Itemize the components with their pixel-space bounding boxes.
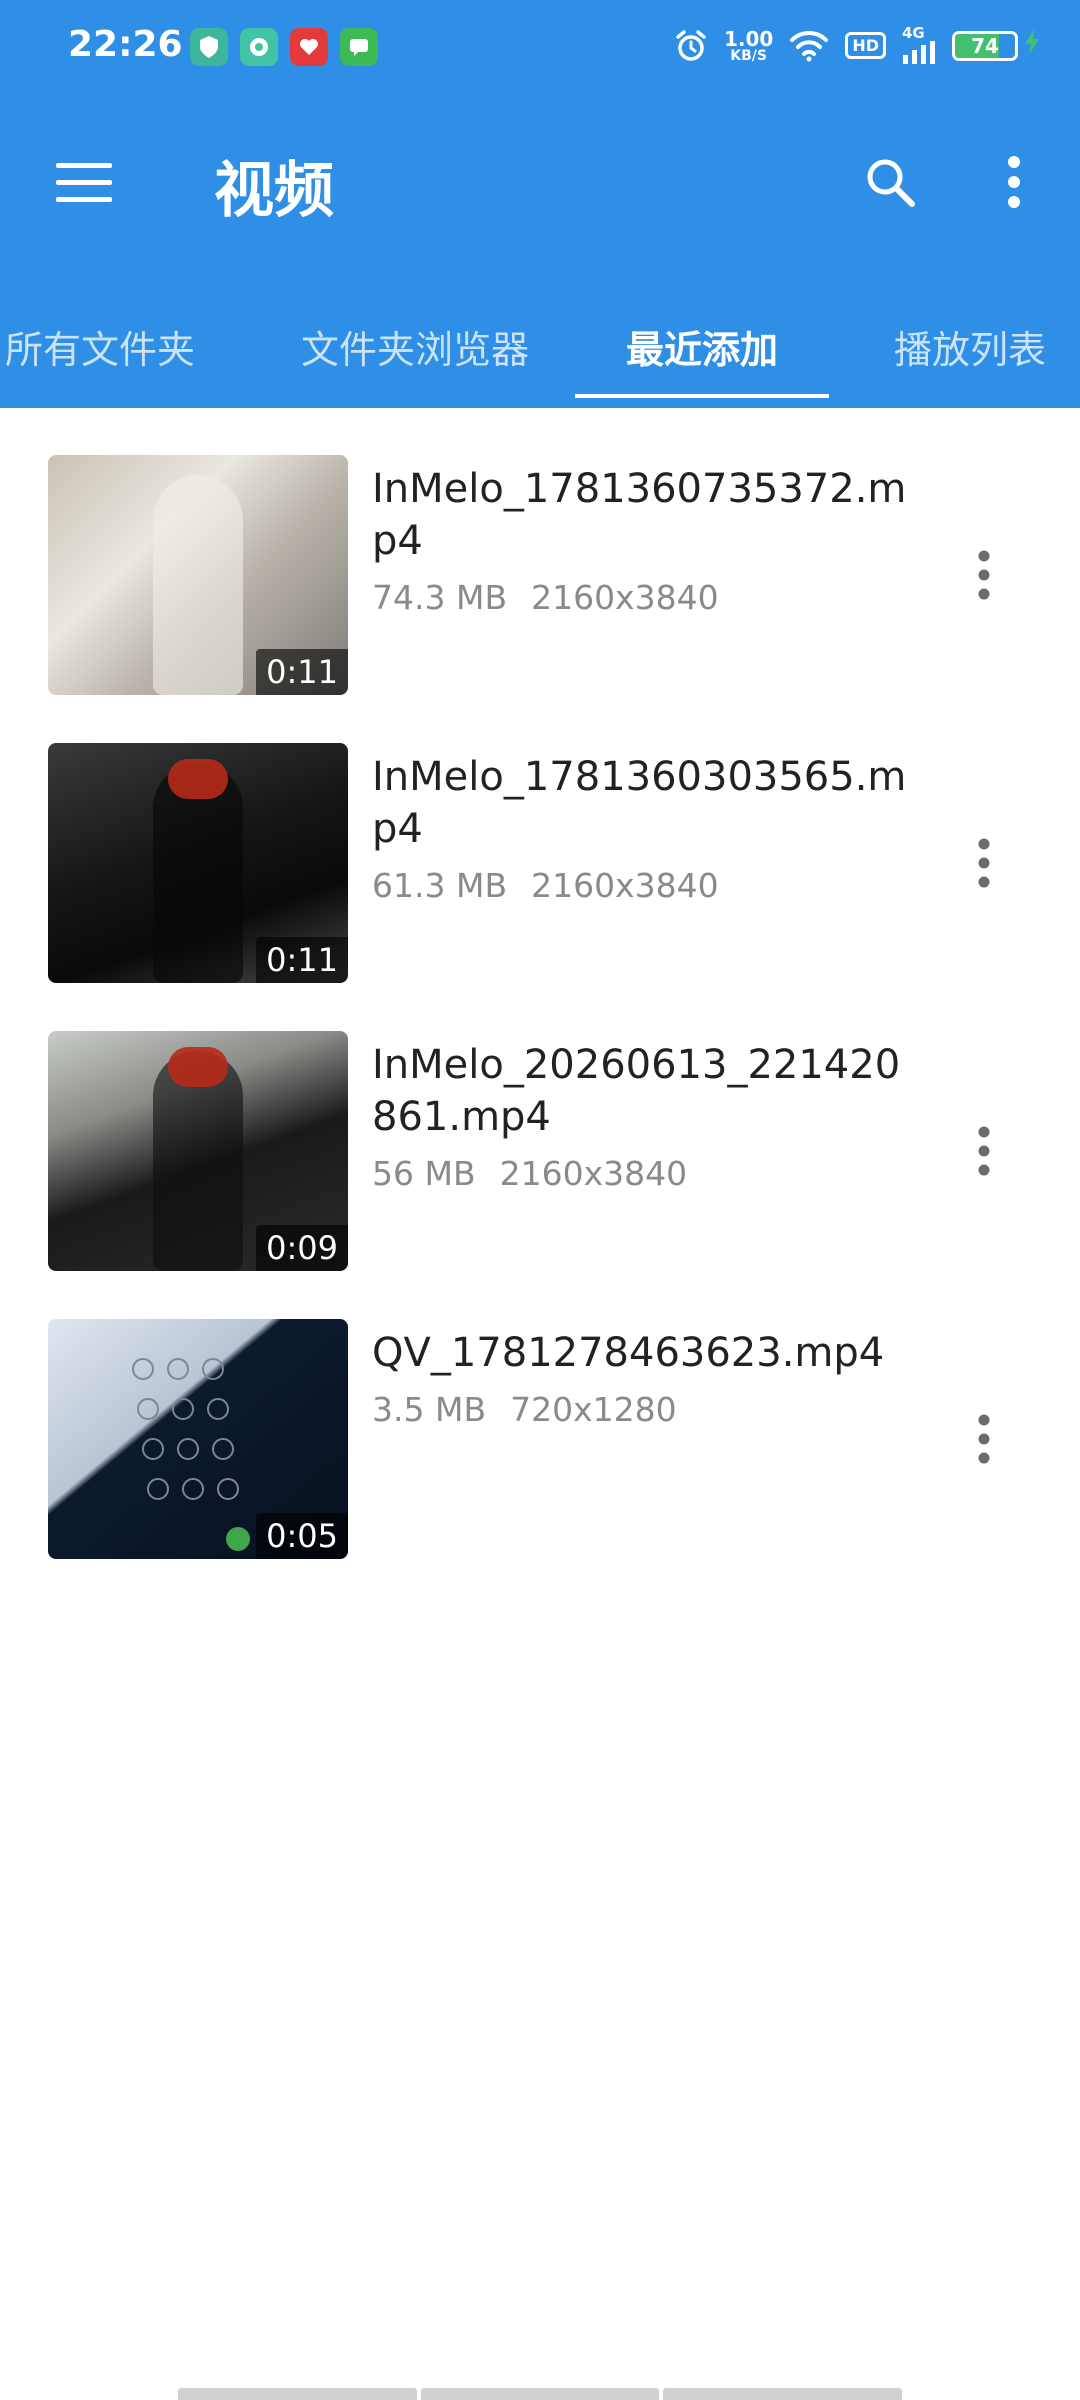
tab-recently-added[interactable]: 最近添加 <box>575 284 829 408</box>
video-resolution: 720x1280 <box>510 1390 677 1429</box>
search-icon[interactable] <box>850 142 930 222</box>
video-list-item[interactable]: 0:09 InMelo_20260613_221420861.mp4 56 MB… <box>0 984 1080 1272</box>
tab-bar: 所有文件夹 文件夹浏览器 最近添加 播放列表 <box>0 284 1080 408</box>
battery-icon: 74 <box>952 30 1018 61</box>
video-thumbnail[interactable]: 0:11 <box>48 455 348 695</box>
tab-all-folders[interactable]: 所有文件夹 <box>0 284 200 408</box>
status-bar: 22:26 1.00 KB/S HD 4G 74 <box>0 0 1080 96</box>
app-root: 22:26 1.00 KB/S HD 4G 74 视频 所有文件夹 文件夹浏览器… <box>0 0 1080 2400</box>
tab-folder-browser[interactable]: 文件夹浏览器 <box>280 284 550 408</box>
shield-app-icon <box>190 28 228 66</box>
item-more-icon[interactable] <box>964 535 1004 615</box>
gesture-navigation-bar[interactable] <box>178 2388 903 2400</box>
page-title: 视频 <box>214 156 334 226</box>
active-tab-indicator <box>575 394 829 398</box>
thumbnail-detail <box>168 1047 228 1087</box>
video-resolution: 2160x3840 <box>499 1154 688 1193</box>
signal-label: 4G <box>902 24 925 42</box>
wifi-icon <box>789 30 829 62</box>
video-size: 3.5 MB <box>372 1390 487 1429</box>
messages-app-icon <box>340 28 378 66</box>
battery-level: 74 <box>971 33 999 58</box>
item-more-icon[interactable] <box>964 1111 1004 1191</box>
video-resolution: 2160x3840 <box>531 866 719 905</box>
video-meta: 61.3 MB 2160x3840 <box>372 866 719 905</box>
video-meta: 3.5 MB 720x1280 <box>372 1390 677 1429</box>
item-more-icon[interactable] <box>964 823 1004 903</box>
notification-icons <box>190 28 378 66</box>
tab-playlists[interactable]: 播放列表 <box>860 284 1080 408</box>
charging-icon <box>1024 29 1040 62</box>
video-title: InMelo_1781360303565.mp4 <box>372 754 907 852</box>
video-size: 74.3 MB <box>372 578 508 617</box>
video-duration: 0:05 <box>256 1513 348 1559</box>
hd-badge: HD <box>845 32 886 59</box>
signal-icon: 4G <box>902 26 936 65</box>
thumbnail-detail <box>168 759 228 799</box>
network-speed-value: 1.00 <box>723 26 774 51</box>
video-duration: 0:11 <box>256 937 348 983</box>
video-thumbnail[interactable]: 0:05 <box>48 1319 348 1559</box>
video-title: InMelo_1781360735372.mp4 <box>372 466 907 564</box>
status-right: 1.00 KB/S HD 4G 74 <box>674 26 1040 65</box>
pinduoduo-app-icon <box>290 28 328 66</box>
video-list-item[interactable]: 0:05 QV_1781278463623.mp4 3.5 MB 720x1280 <box>0 1272 1080 1560</box>
video-list-item[interactable]: 0:11 InMelo_1781360735372.mp4 74.3 MB 216… <box>0 408 1080 696</box>
video-title: InMelo_20260613_221420861.mp4 <box>372 1042 901 1140</box>
video-list-item[interactable]: 0:11 InMelo_1781360303565.mp4 61.3 MB 216… <box>0 696 1080 984</box>
video-title: QV_1781278463623.mp4 <box>372 1330 885 1376</box>
video-resolution: 2160x3840 <box>531 578 719 617</box>
video-size: 56 MB <box>372 1154 476 1193</box>
menu-icon[interactable] <box>44 142 124 222</box>
toolbar: 视频 <box>0 96 1080 264</box>
alarm-icon <box>674 29 708 63</box>
video-meta: 56 MB 2160x3840 <box>372 1154 687 1193</box>
thumbnail-figure <box>153 475 243 695</box>
chat-app-icon <box>240 28 278 66</box>
network-speed-unit: KB/S <box>730 47 767 64</box>
status-time: 22:26 <box>68 24 183 65</box>
item-more-icon[interactable] <box>964 1399 1004 1479</box>
app-header: 22:26 1.00 KB/S HD 4G 74 视频 所有文件夹 文件夹浏览器… <box>0 0 1080 408</box>
more-vert-icon[interactable] <box>974 142 1054 222</box>
video-thumbnail[interactable]: 0:09 <box>48 1031 348 1271</box>
video-duration: 0:09 <box>256 1225 348 1271</box>
network-speed: 1.00 KB/S <box>724 29 773 63</box>
video-size: 61.3 MB <box>372 866 508 905</box>
video-meta: 74.3 MB 2160x3840 <box>372 578 719 617</box>
video-duration: 0:11 <box>256 649 348 695</box>
video-thumbnail[interactable]: 0:11 <box>48 743 348 983</box>
